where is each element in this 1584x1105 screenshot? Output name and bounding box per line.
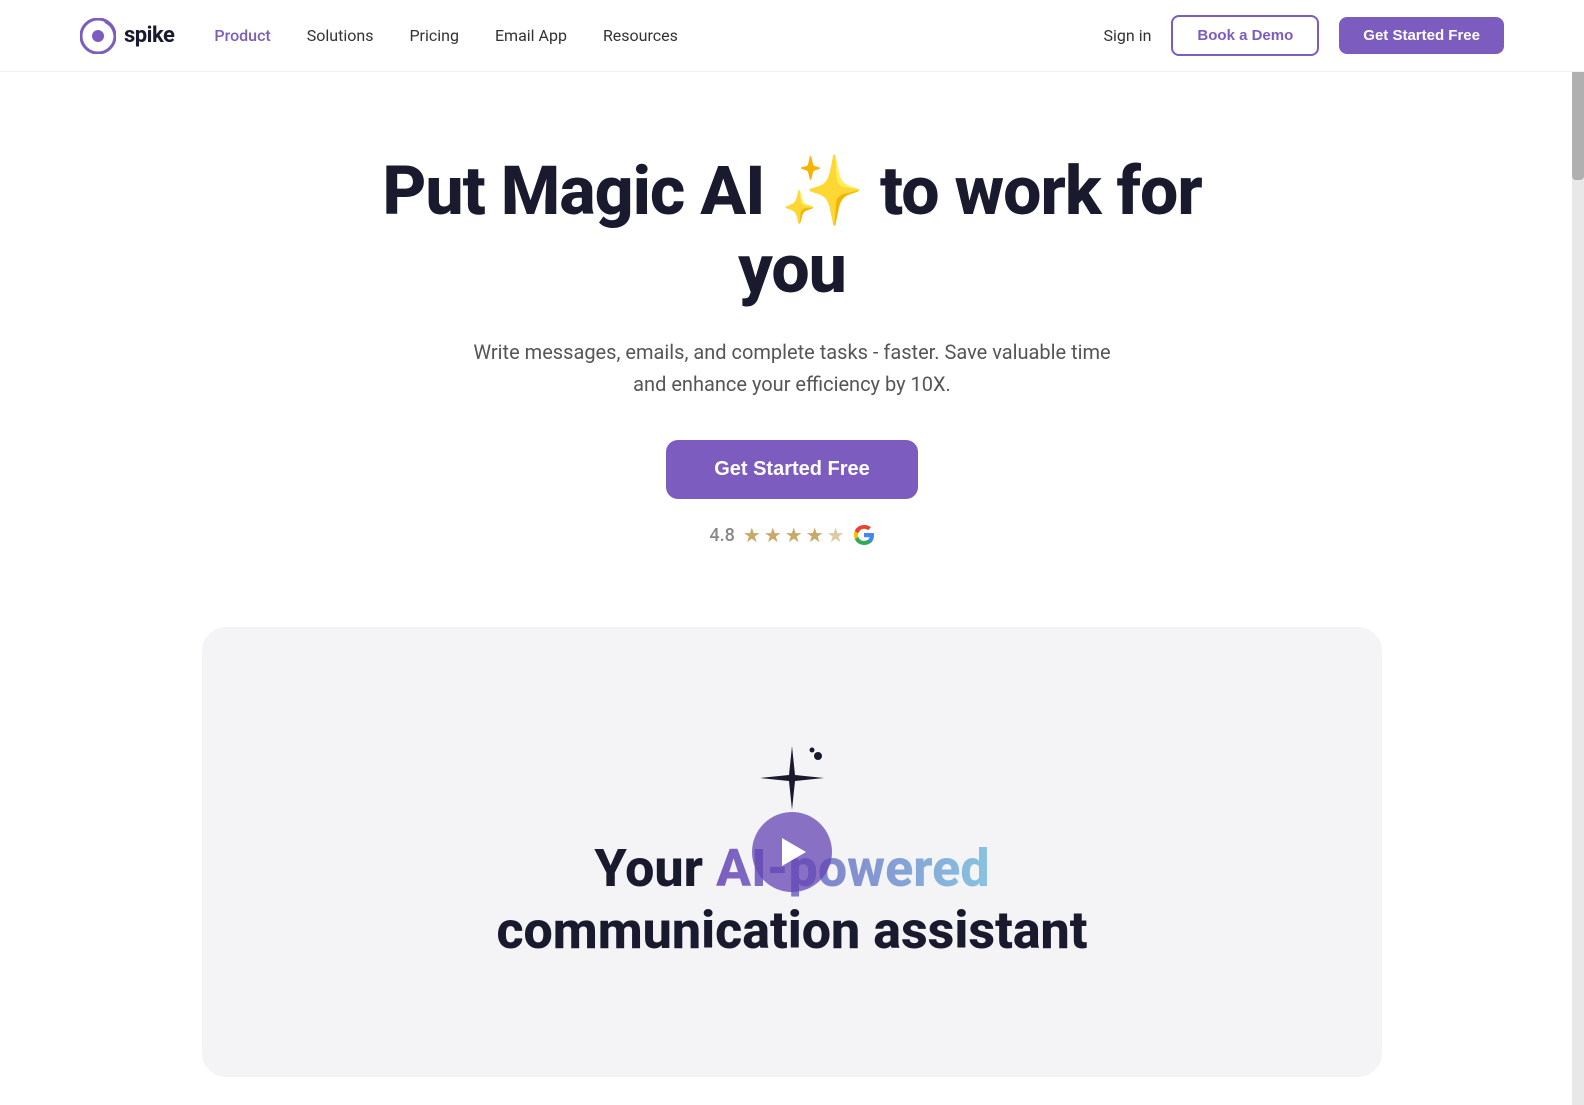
nav-link-resources[interactable]: Resources — [603, 26, 678, 45]
nav-link-pricing[interactable]: Pricing — [409, 26, 459, 45]
play-button[interactable] — [752, 812, 832, 892]
nav-link-product[interactable]: Product — [214, 26, 270, 45]
play-icon — [782, 838, 806, 866]
sparkle-emoji: ✨ — [780, 152, 864, 230]
nav-item-resources[interactable]: Resources — [603, 26, 678, 45]
spike-logo-icon — [80, 18, 116, 54]
get-started-hero-button[interactable]: Get Started Free — [666, 440, 918, 499]
star-5-half: ★ — [827, 523, 845, 547]
nav-right: Sign in Book a Demo Get Started Free — [1104, 15, 1504, 56]
nav-left: spike Product Solutions Pricing Email Ap… — [80, 18, 678, 54]
get-started-nav-button[interactable]: Get Started Free — [1339, 17, 1504, 54]
demo-card: Your AI-powered communication assistant — [202, 627, 1382, 1077]
book-demo-button[interactable]: Book a Demo — [1171, 15, 1319, 56]
hero-subtitle: Write messages, emails, and complete tas… — [467, 336, 1117, 400]
hero-title-prefix: Put Magic AI — [382, 151, 764, 231]
star-2: ★ — [764, 523, 782, 547]
demo-title-suffix: communication assistant — [496, 900, 1087, 961]
nav-link-solutions[interactable]: Solutions — [307, 26, 374, 45]
nav-item-solutions[interactable]: Solutions — [307, 26, 374, 45]
star-3: ★ — [785, 523, 803, 547]
stars-container: ★ ★ ★ ★ ★ — [743, 523, 845, 547]
scrollbar[interactable] — [1572, 0, 1584, 1105]
rating-row: 4.8 ★ ★ ★ ★ ★ — [709, 523, 874, 547]
sparkle-large-icon — [756, 742, 828, 814]
nav-links: Product Solutions Pricing Email App Reso… — [214, 26, 677, 45]
sign-in-link[interactable]: Sign in — [1104, 26, 1152, 45]
sparkle-icon-container — [756, 742, 828, 818]
nav-item-product[interactable]: Product — [214, 26, 270, 45]
logo[interactable]: spike — [80, 18, 174, 54]
star-1: ★ — [743, 523, 761, 547]
rating-value: 4.8 — [709, 525, 734, 546]
nav-item-pricing[interactable]: Pricing — [409, 26, 459, 45]
hero-title: Put Magic AI ✨ to work for you — [342, 152, 1242, 308]
google-icon — [853, 524, 875, 546]
logo-text: spike — [124, 23, 174, 48]
nav-item-email-app[interactable]: Email App — [495, 26, 567, 45]
hero-section: Put Magic AI ✨ to work for you Write mes… — [0, 72, 1584, 587]
star-4: ★ — [806, 523, 824, 547]
nav-link-email-app[interactable]: Email App — [495, 26, 567, 45]
navbar: spike Product Solutions Pricing Email Ap… — [0, 0, 1584, 72]
demo-title-prefix: Your — [594, 838, 716, 899]
